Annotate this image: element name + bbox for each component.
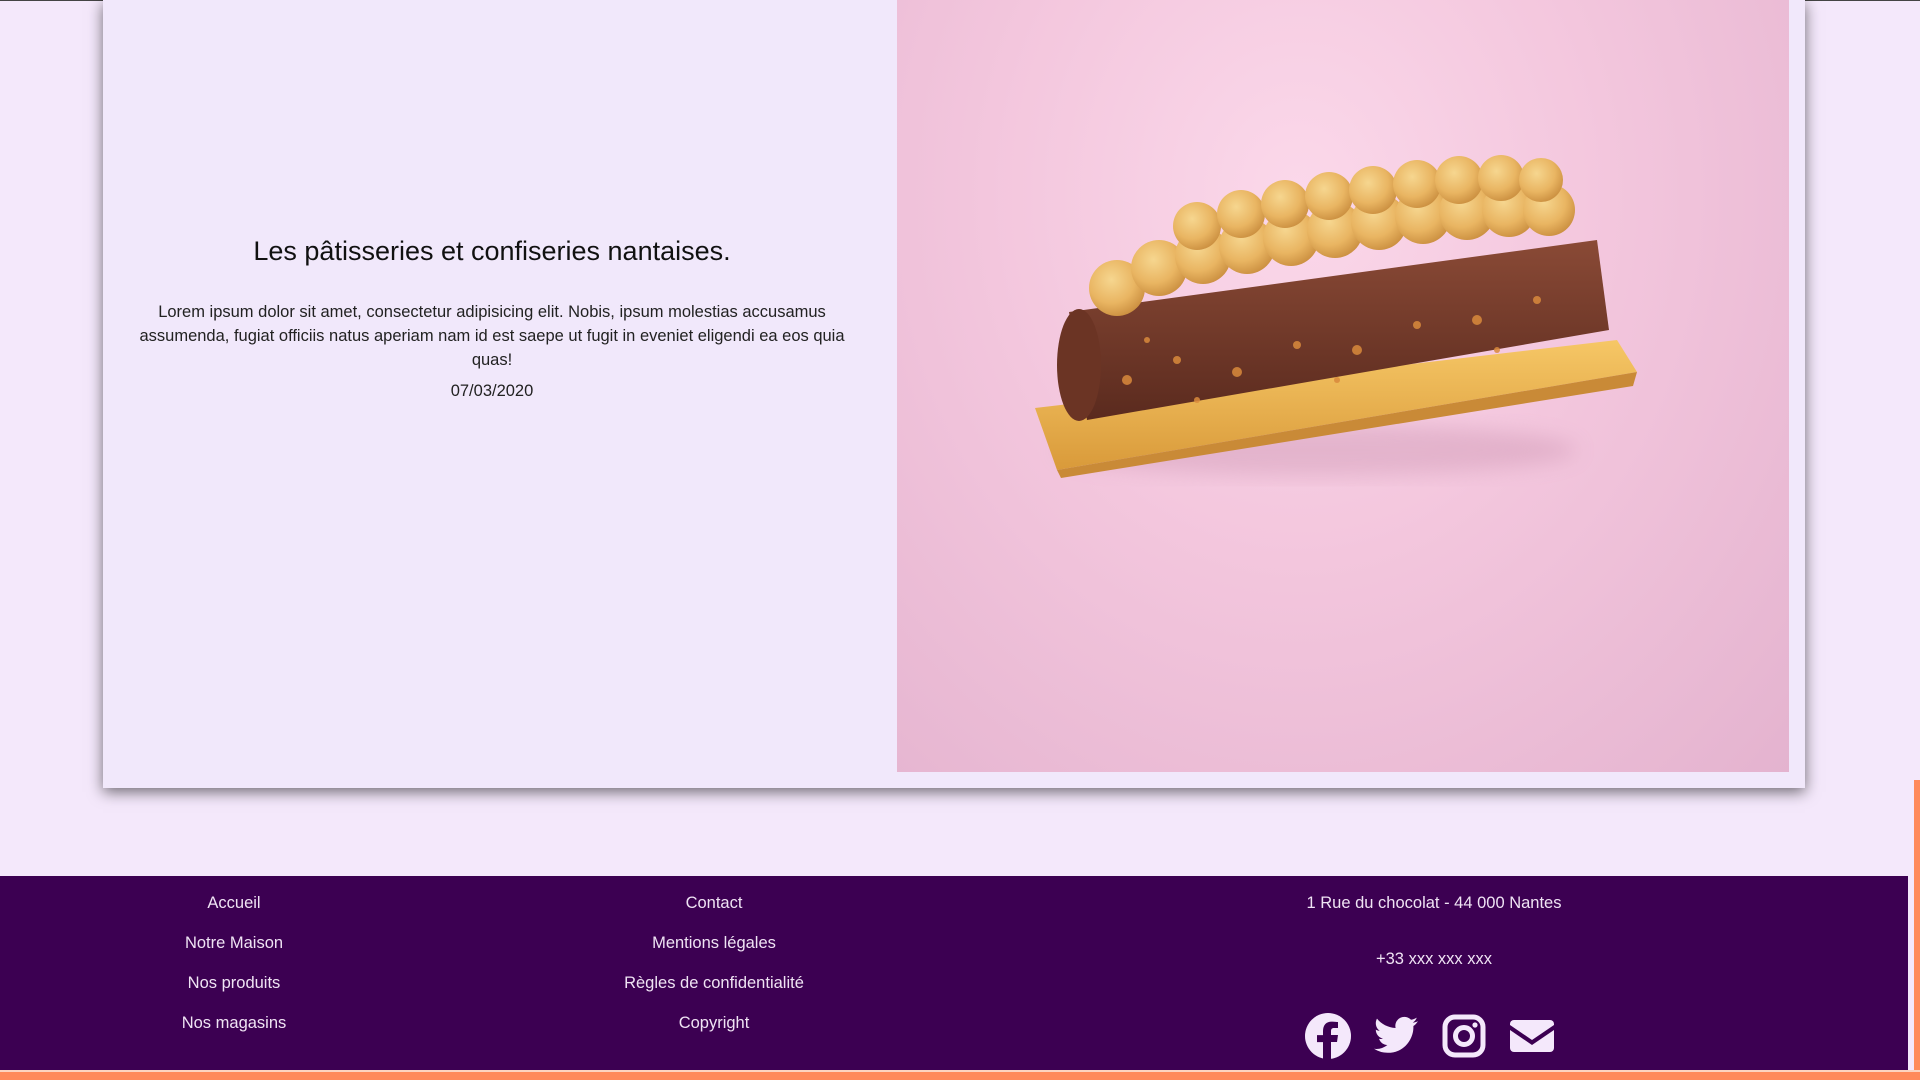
footer-link-accueil[interactable]: Accueil xyxy=(134,894,334,913)
footer-address: 1 Rue du chocolat - 44 000 Nantes xyxy=(1306,894,1562,912)
footer-link-nos-magasins[interactable]: Nos magasins xyxy=(134,1014,334,1033)
envelope-icon[interactable] xyxy=(1508,1012,1556,1060)
facebook-icon[interactable] xyxy=(1304,1012,1352,1060)
instagram-icon[interactable] xyxy=(1440,1012,1488,1060)
twitter-icon[interactable] xyxy=(1372,1012,1420,1060)
site-footer: Accueil Notre Maison Nos produits Nos ma… xyxy=(0,876,1908,1070)
article-description: Lorem ipsum dolor sit amet, consectetur … xyxy=(139,303,845,369)
footer-phone: +33 xxx xxx xxx xyxy=(1376,950,1492,968)
footer-link-mentions-legales[interactable]: Mentions légales xyxy=(564,934,864,953)
scroll-accent xyxy=(1914,780,1920,1072)
eclair-illustration xyxy=(1035,155,1637,478)
article-date: 07/03/2020 xyxy=(450,382,534,400)
footer-link-notre-maison[interactable]: Notre Maison xyxy=(134,934,334,953)
article-card: Les pâtisseries et confiseries nantaises… xyxy=(103,0,1805,788)
footer-link-confidentialite[interactable]: Règles de confidentialité xyxy=(564,974,864,993)
footer-link-nos-produits[interactable]: Nos produits xyxy=(134,974,334,993)
social-links xyxy=(1304,1012,1574,1060)
article-text: Les pâtisseries et confiseries nantaises… xyxy=(103,0,881,788)
article-title: Les pâtisseries et confiseries nantaises… xyxy=(253,236,731,266)
footer-link-copyright[interactable]: Copyright xyxy=(564,1014,864,1033)
bottom-accent-bar xyxy=(0,1072,1920,1080)
pastry-image xyxy=(897,0,1789,772)
footer-link-contact[interactable]: Contact xyxy=(564,894,864,913)
